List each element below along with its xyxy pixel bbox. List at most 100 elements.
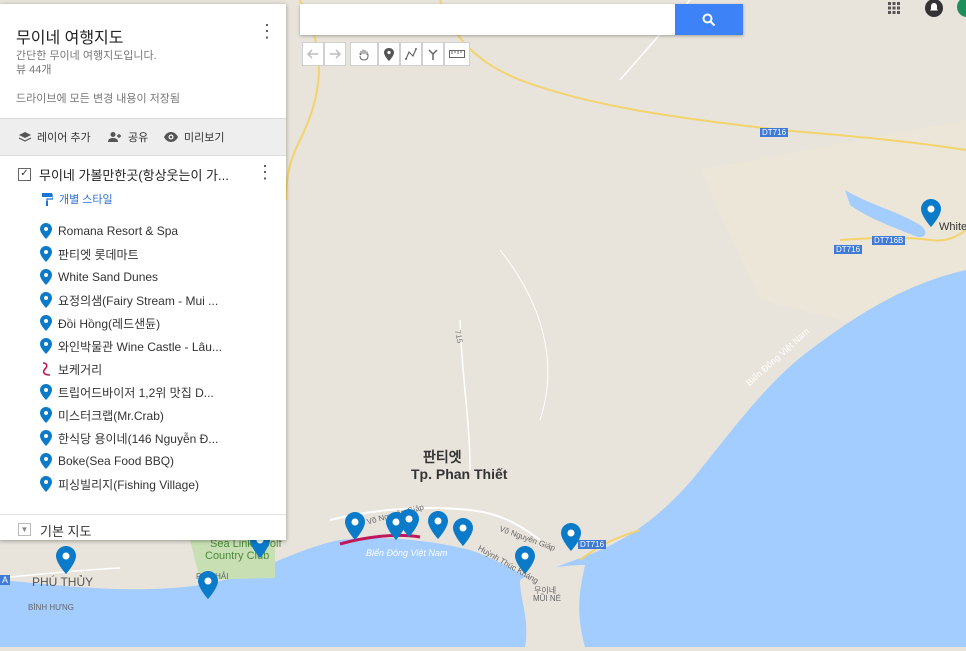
individual-style-label: 개별 스타일 bbox=[59, 194, 113, 206]
map-pin-icon bbox=[40, 246, 52, 262]
search-button[interactable] bbox=[675, 4, 743, 35]
layer-item-label: 요정의샘(Fairy Stream - Mui ... bbox=[58, 293, 219, 308]
layer-item-label: 트립어드바이저 1,2위 맛집 D... bbox=[58, 385, 214, 400]
road-badge-dt716-2: DT716 bbox=[834, 245, 863, 254]
apps-grid-icon[interactable] bbox=[886, 0, 902, 14]
area-label-phu-thuy: PHÚ THỦY bbox=[32, 575, 94, 589]
map-marker[interactable] bbox=[515, 546, 535, 574]
layer-item-label: 한식당 용이네(146 Nguyễn Đ... bbox=[58, 431, 219, 446]
map-pin-icon bbox=[40, 269, 52, 285]
layer-item[interactable]: Romana Resort & Spa bbox=[40, 222, 178, 240]
account-avatar-icon[interactable] bbox=[956, 0, 966, 19]
redo-button[interactable] bbox=[324, 42, 346, 66]
map-pin-icon bbox=[40, 476, 52, 492]
directions-icon bbox=[428, 49, 438, 60]
view-count: 뷰 44개 bbox=[16, 64, 52, 76]
individual-style-link[interactable]: 개별 스타일 bbox=[42, 191, 113, 207]
add-marker-tool[interactable] bbox=[378, 42, 400, 66]
layer-item-label: Romana Resort & Spa bbox=[58, 224, 179, 238]
area-label-mui-ne-vi: MŨI NÉ bbox=[533, 594, 561, 603]
map-marker[interactable] bbox=[561, 523, 581, 551]
layer-item[interactable]: Boke(Sea Food BBQ) bbox=[40, 452, 174, 470]
layer-item-label: White Sand Dunes bbox=[58, 270, 159, 284]
layer-item[interactable]: 트립어드바이저 1,2위 맛집 D... bbox=[40, 383, 214, 401]
save-status: 드라이브에 모든 변경 내용이 저장됨 bbox=[16, 93, 181, 105]
add-layer-label: 레이어 추가 bbox=[37, 132, 91, 144]
layer-item[interactable]: 와인박물관 Wine Castle - Lâu... bbox=[40, 337, 222, 355]
area-label-binh-hung: BÌNH HƯNG bbox=[28, 603, 74, 612]
layer-options-icon[interactable]: ⋮ bbox=[256, 163, 274, 181]
share-label: 공유 bbox=[128, 132, 149, 144]
directions-tool[interactable] bbox=[422, 42, 444, 66]
preview-button[interactable]: 미리보기 bbox=[163, 119, 224, 155]
poi-label-white: White bbox=[939, 221, 966, 233]
layer-item[interactable]: 판티엣 롯데마트 bbox=[40, 245, 139, 263]
map-pin-icon bbox=[40, 292, 52, 308]
eye-icon bbox=[164, 132, 178, 142]
hand-icon bbox=[359, 49, 369, 61]
undo-icon bbox=[307, 49, 318, 59]
search-box bbox=[300, 4, 743, 35]
panel-toolbar: 레이어 추가 공유 미리보기 bbox=[0, 118, 286, 156]
map-marker[interactable] bbox=[198, 571, 218, 599]
chevron-down-icon[interactable]: ▼ bbox=[18, 523, 31, 536]
layer-item[interactable]: Đồi Hồng(레드샌듄) bbox=[40, 314, 160, 332]
map-pin-icon bbox=[40, 223, 52, 239]
map-pin-icon bbox=[40, 407, 52, 423]
map-marker[interactable] bbox=[453, 518, 473, 546]
undo-button[interactable] bbox=[302, 42, 324, 66]
map-pin-icon bbox=[40, 315, 52, 331]
city-label-ko: 판티엣 bbox=[423, 449, 462, 465]
preview-label: 미리보기 bbox=[184, 132, 225, 144]
layer-item-label: Đồi Hồng(레드샌듄) bbox=[58, 316, 161, 331]
road-badge-dt716-1: DT716 bbox=[760, 128, 789, 137]
search-icon bbox=[702, 13, 716, 26]
layer-item-label: 판티엣 롯데마트 bbox=[58, 247, 139, 262]
base-map-section[interactable]: ▼ 기본 지도 bbox=[0, 514, 286, 541]
map-marker[interactable] bbox=[428, 511, 448, 539]
map-marker[interactable] bbox=[56, 546, 76, 574]
layer-item[interactable]: 한식당 용이네(146 Nguyễn Đ... bbox=[40, 429, 218, 447]
layer-item-label: 피싱빌리지(Fishing Village) bbox=[58, 477, 200, 492]
share-button[interactable]: 공유 bbox=[107, 119, 148, 155]
layer-header[interactable]: ✓ 무이네 가볼만한곳(항상웃는이 가... bbox=[18, 165, 258, 183]
layer-item[interactable]: 요정의샘(Fairy Stream - Mui ... bbox=[40, 291, 218, 309]
layer-item-label: Boke(Sea Food BBQ) bbox=[58, 454, 175, 468]
sea-label-2: Biển Đông Việt Nam bbox=[366, 548, 448, 558]
layer-visibility-checkbox[interactable]: ✓ bbox=[18, 167, 31, 181]
map-marker[interactable] bbox=[345, 512, 365, 540]
search-input[interactable] bbox=[300, 4, 670, 35]
map-title[interactable]: 무이네 여행지도 bbox=[16, 24, 124, 48]
notifications-bell-icon[interactable] bbox=[924, 0, 944, 18]
add-person-icon bbox=[108, 132, 121, 142]
map-sidebar: 무이네 여행지도 ⋮ 간단한 무이네 여행지도입니다. 뷰 44개 드라이브에 … bbox=[0, 4, 286, 540]
draw-line-icon bbox=[405, 48, 417, 60]
layer-name: 무이네 가볼만한곳(항상웃는이 가... bbox=[39, 167, 229, 183]
layer-item-label: 와인박물관 Wine Castle - Lâu... bbox=[58, 339, 222, 354]
line-path-icon bbox=[42, 362, 51, 376]
road-badge-dt716-3: DT716 bbox=[578, 540, 607, 549]
layers-icon bbox=[18, 132, 32, 142]
draw-line-tool[interactable] bbox=[400, 42, 422, 66]
more-options-icon[interactable]: ⋮ bbox=[258, 22, 276, 42]
map-marker[interactable] bbox=[399, 509, 419, 537]
map-pin-icon bbox=[40, 453, 52, 469]
measure-tool[interactable] bbox=[444, 42, 470, 66]
map-tools bbox=[302, 42, 470, 68]
paint-roller-icon bbox=[42, 192, 53, 206]
layer-item[interactable]: 보케거리 bbox=[40, 360, 102, 378]
layer-item-label: 보케거리 bbox=[58, 362, 103, 377]
redo-icon bbox=[330, 49, 341, 59]
hand-pan-tool[interactable] bbox=[350, 42, 378, 66]
layer-item[interactable]: White Sand Dunes bbox=[40, 268, 158, 286]
map-pin-icon bbox=[40, 384, 52, 400]
ruler-icon bbox=[449, 50, 465, 58]
road-badge-dt716b: DT716B bbox=[872, 236, 906, 245]
layer-item-label: 미스터크랩(Mr.Crab) bbox=[58, 408, 164, 423]
layer-item[interactable]: 미스터크랩(Mr.Crab) bbox=[40, 406, 164, 424]
city-label-vi: Tp. Phan Thiết bbox=[411, 466, 508, 482]
map-marker[interactable] bbox=[921, 199, 941, 227]
layer-item[interactable]: 피싱빌리지(Fishing Village) bbox=[40, 475, 199, 493]
map-pin-icon bbox=[40, 430, 52, 446]
add-layer-button[interactable]: 레이어 추가 bbox=[18, 119, 91, 155]
